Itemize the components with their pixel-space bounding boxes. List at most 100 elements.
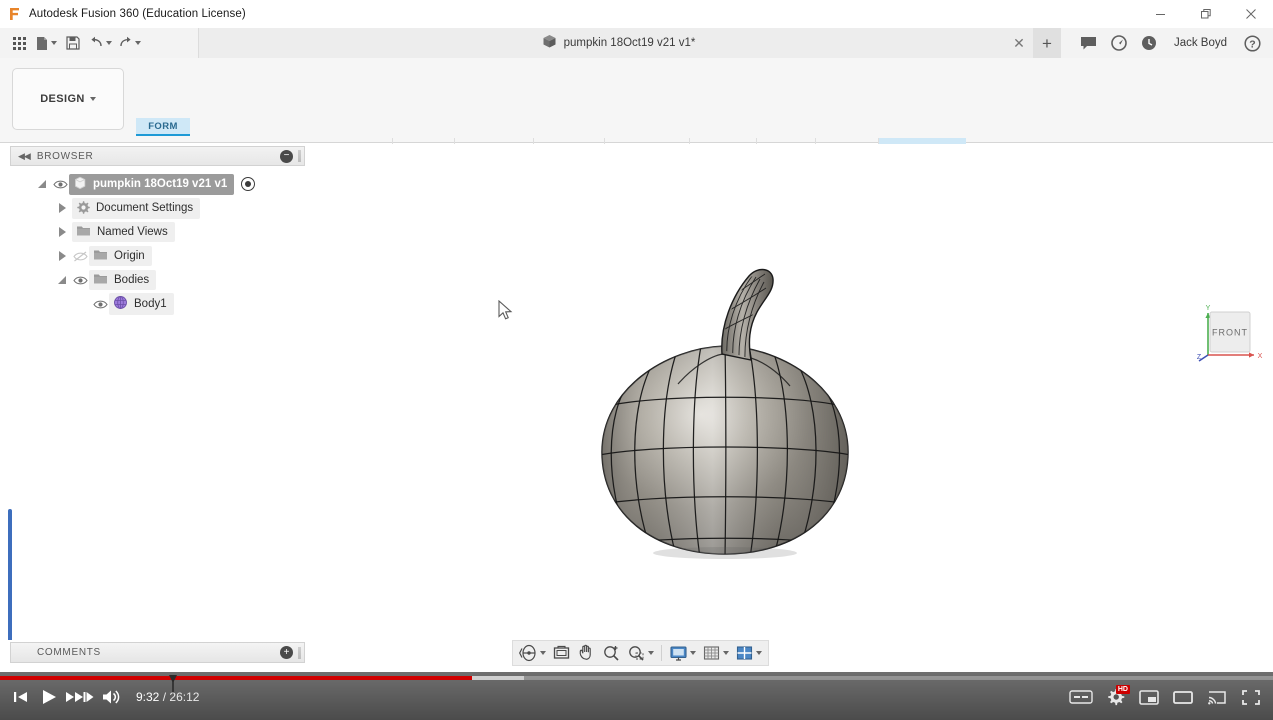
video-player-controls: 9:32 / 26:12 HD [0,672,1273,720]
visibility-eye-icon[interactable] [52,179,69,190]
new-tab-button[interactable]: + [1033,28,1061,58]
app-grid-button[interactable] [6,30,32,56]
tree-node-bodies-label: Bodies [114,274,150,286]
view-cube[interactable]: Y X Z FRONT [1196,299,1266,365]
tree-node-origin[interactable]: Origin [89,246,152,266]
comments-resize-grip[interactable] [298,646,301,659]
browser-title: BROWSER [36,150,94,162]
document-tab[interactable]: pumpkin 18Oct19 v21 v1* [542,34,696,52]
chevron-down-icon [723,651,729,655]
player-left-controls: 9:32 / 26:12 [8,684,199,710]
tspline-body-icon [113,295,128,313]
visibility-eye-icon[interactable] [92,299,109,310]
job-status-button[interactable] [1104,29,1134,57]
left-edge-scrollbar[interactable] [8,509,12,640]
recent-activity-button[interactable] [1134,29,1164,57]
pumpkin-tspline-body[interactable] [560,262,890,572]
svg-text:X: X [1258,353,1263,360]
visibility-eye-off-icon[interactable] [72,251,89,262]
activate-component-radio[interactable] [241,177,256,191]
plus-circle-icon[interactable]: + [280,646,293,659]
folder-icon [76,224,91,240]
restore-button[interactable] [1183,0,1228,28]
view-cube-face-label: FRONT [1212,328,1248,338]
tree-node-bodies[interactable]: Bodies [89,270,157,290]
app-title: Autodesk Fusion 360 (Education License) [29,8,246,20]
tree-row-document-settings[interactable]: Document Settings [10,196,305,220]
twisty-closed-icon[interactable] [52,251,72,261]
next-button[interactable] [64,684,96,710]
previous-button[interactable] [8,684,34,710]
save-button[interactable] [60,30,86,56]
fullscreen-button[interactable] [1237,684,1265,710]
chevron-down-icon [690,651,696,655]
fusion360-window: Autodesk Fusion 360 (Education License) [0,0,1273,720]
miniplayer-button[interactable] [1135,684,1163,710]
comments-bubble-button[interactable] [1074,29,1104,57]
tree-node-origin-label: Origin [114,250,145,262]
chevron-down-icon [106,41,112,45]
tree-row-origin[interactable]: Origin [10,244,305,268]
twisty-closed-icon[interactable] [52,227,72,237]
current-time: 9:32 [136,690,160,704]
tree-node-body1-label: Body1 [134,298,167,310]
workspace-label: DESIGN [40,93,85,105]
display-settings-button[interactable] [666,642,699,664]
tree-node-named-views-label: Named Views [97,226,168,238]
visibility-eye-icon[interactable] [72,275,89,286]
document-tab-close-button[interactable]: ✕ [1008,28,1030,58]
close-button[interactable] [1228,0,1273,28]
tree-row-bodies[interactable]: Bodies [10,268,305,292]
browser-panel-header: ◀◀ BROWSER − [10,146,305,166]
chevron-down-icon [756,651,762,655]
settings-button[interactable]: HD [1101,684,1130,710]
time-display: 9:32 / 26:12 [136,690,199,704]
chevron-down-icon [648,651,654,655]
tab-form[interactable]: FORM [136,118,190,136]
cube-icon [542,34,557,52]
viewports-button[interactable] [732,642,765,664]
ribbon: DESIGN FORM [0,58,1273,198]
tree-row-root[interactable]: pumpkin 18Oct19 v21 v1 [10,172,305,196]
play-button[interactable] [36,684,62,710]
grid-snaps-button[interactable] [699,642,732,664]
captions-button[interactable] [1067,684,1095,710]
progress-bar[interactable] [0,675,1273,694]
twisty-open-icon[interactable] [32,180,52,188]
folder-icon [93,248,108,264]
browser-resize-grip[interactable] [298,150,301,162]
workspace-selector[interactable]: DESIGN [12,68,124,130]
zoom-button[interactable] [599,642,624,664]
user-name-label[interactable]: Jack Boyd [1164,37,1237,49]
minus-circle-icon[interactable]: − [280,149,293,163]
cast-button[interactable] [1203,684,1231,710]
tree-row-named-views[interactable]: Named Views [10,220,305,244]
twisty-open-icon[interactable] [52,276,72,284]
tree-node-document-settings[interactable]: Document Settings [72,197,201,219]
volume-button[interactable] [98,684,124,710]
double-left-arrow-icon[interactable]: ◀◀ [11,151,37,162]
look-at-button[interactable] [549,642,574,664]
minimize-button[interactable] [1138,0,1183,28]
redo-button[interactable] [115,30,144,56]
help-question-icon[interactable]: ? [1237,29,1267,57]
theater-button[interactable] [1169,684,1197,710]
twisty-closed-icon[interactable] [52,203,72,213]
tree-node-document-settings-label: Document Settings [96,202,194,214]
tree-node-named-views[interactable]: Named Views [72,222,175,242]
pan-button[interactable] [574,642,599,664]
comments-panel-header: COMMENTS + [10,642,305,663]
tree-node-body1[interactable]: Body1 [109,293,174,315]
tree-node-root[interactable]: pumpkin 18Oct19 v21 v1 [69,173,235,195]
file-menu-button[interactable] [32,30,60,56]
undo-button[interactable] [86,30,115,56]
svg-text:Y: Y [1206,305,1211,312]
orbit-button[interactable] [516,642,549,664]
comments-title: COMMENTS [37,647,101,658]
fit-button[interactable] [624,642,657,664]
account-bar: Jack Boyd ? [1073,28,1273,58]
mouse-cursor [498,299,514,322]
gear-icon [76,200,90,217]
document-tab-title: pumpkin 18Oct19 v21 v1* [563,37,696,49]
tree-row-body1[interactable]: Body1 [10,292,305,316]
